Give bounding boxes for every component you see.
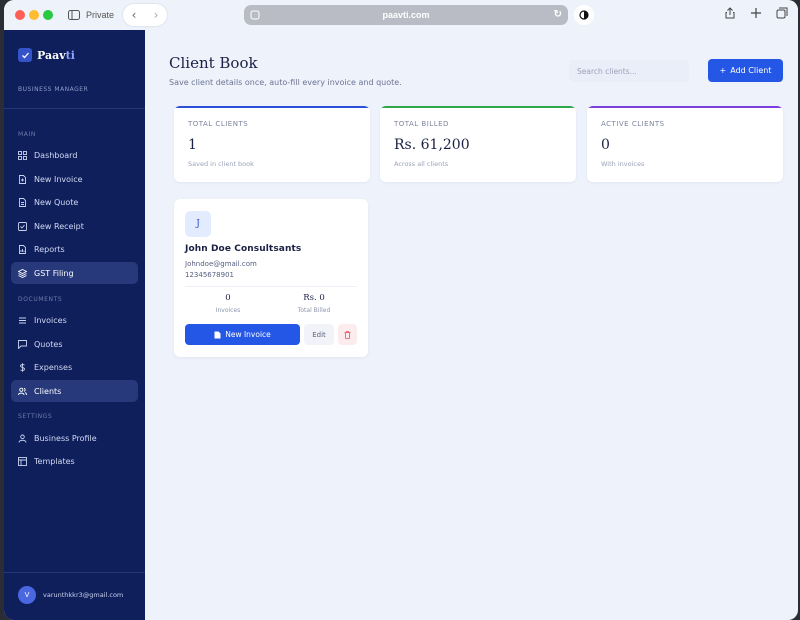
sidebar-item-reports[interactable]: Reports [11,238,138,260]
sidebar-item-dashboard[interactable]: Dashboard [11,144,138,166]
close-window-button[interactable] [15,10,25,20]
sidebar-item-new-receipt[interactable]: New Receipt [11,215,138,237]
back-icon[interactable]: ‹ [132,8,137,22]
file-icon [214,331,221,338]
new-tab-icon[interactable] [750,7,762,19]
sidebar-bottom-divider [4,572,145,573]
maximize-window-button[interactable] [43,10,53,20]
brand-name: Paavti [37,48,75,62]
sidebar-item-invoices[interactable]: Invoices [11,309,138,331]
page-settings-icon[interactable] [250,10,260,20]
brand-logo-icon [18,48,32,62]
dollar-icon [20,362,25,372]
file-chart-icon [19,244,26,254]
trash-icon [344,330,351,339]
metric-value: 0 [225,293,231,303]
metric-invoices: 0 Invoices [185,293,271,314]
avatar: V [18,586,36,604]
metric-total-billed: Rs. 0 Total Billed [271,293,357,314]
sidebar: Paavti BUSINESS MANAGER MAIN Dashboard N… [4,30,145,620]
user-email: varunthkkr3@gmail.com [43,591,124,599]
new-invoice-button[interactable]: New Invoice [185,324,300,345]
url-text: paavti.com [382,10,430,20]
browser-toolbar: Private ‹ › paavti.com ↻ [4,0,798,30]
client-avatar: J [185,211,211,237]
list-icon [19,317,26,323]
stat-accent-bar [380,106,576,108]
metric-label: Total Billed [297,307,331,314]
stat-card-total-clients: TOTAL CLIENTS 1 Saved in client book [174,106,370,182]
stat-label: ACTIVE CLIENTS [601,120,665,128]
tab-overview-icon[interactable] [776,7,788,19]
privacy-shield-icon[interactable] [574,5,594,25]
file-plus-icon [19,174,26,184]
main-content: Client Book Save client details once, au… [145,30,798,620]
section-label-main: MAIN [18,131,36,138]
sidebar-item-gst-filing[interactable]: GST Filing [11,262,138,284]
layout-icon [18,456,27,466]
private-tab-indicator[interactable]: Private [62,5,122,25]
stat-note: Saved in client book [188,160,254,168]
stat-value: 1 [188,137,197,153]
private-label: Private [86,10,115,20]
file-text-icon [19,197,26,207]
user-icon [18,434,27,443]
stat-label: TOTAL BILLED [394,120,449,128]
stat-value: Rs. 61,200 [394,137,470,153]
browser-actions [724,7,788,19]
sidebar-divider [4,108,145,109]
stat-accent-bar [174,106,370,108]
client-card: J John Doe Consultsants Johndoe@gmail.co… [174,199,368,357]
sidebar-item-business-profile[interactable]: Business Profile [11,427,138,449]
stat-value: 0 [601,137,610,153]
client-email: Johndoe@gmail.com [185,260,257,268]
brand-subtitle: BUSINESS MANAGER [18,86,89,93]
metric-value: Rs. 0 [303,293,325,303]
search-input[interactable] [569,60,689,82]
sidebar-item-new-quote[interactable]: New Quote [11,191,138,213]
sidebar-item-quotes[interactable]: Quotes [11,333,138,355]
card-divider [185,286,357,287]
forward-icon[interactable]: › [154,8,159,22]
page-subtitle: Save client details once, auto-fill ever… [169,78,402,87]
check-square-icon [18,221,27,231]
metric-label: Invoices [215,307,241,314]
client-name: John Doe Consultsants [185,244,302,254]
reload-icon[interactable]: ↻ [554,9,562,20]
users-icon [18,387,27,395]
sidebar-item-templates[interactable]: Templates [11,450,138,472]
stat-card-total-billed: TOTAL BILLED Rs. 61,200 Across all clien… [380,106,576,182]
delete-client-button[interactable] [338,324,357,345]
sidebar-item-expenses[interactable]: Expenses [11,356,138,378]
edit-client-button[interactable]: Edit [304,324,334,345]
share-icon[interactable] [724,7,736,19]
message-square-icon [18,339,27,349]
stat-label: TOTAL CLIENTS [188,120,249,128]
page-title: Client Book [169,54,258,72]
section-label-settings: SETTINGS [18,413,53,420]
stat-card-active-clients: ACTIVE CLIENTS 0 With invoices [587,106,783,182]
client-phone: 12345678901 [185,271,234,279]
sidebar-toggle-icon [68,10,80,20]
layers-icon [18,268,27,278]
sidebar-item-new-invoice[interactable]: New Invoice [11,168,138,190]
history-nav: ‹ › [123,4,167,26]
add-client-button[interactable]: + Add Client [708,59,783,82]
user-account[interactable]: V varunthkkr3@gmail.com [18,586,123,604]
stat-note: With invoices [601,160,645,168]
address-bar[interactable]: paavti.com ↻ [244,5,568,25]
grid-icon [18,150,27,160]
brand[interactable]: Paavti [18,48,75,62]
browser-window: Private ‹ › paavti.com ↻ Paavti BUSINESS… [4,0,798,620]
stat-note: Across all clients [394,160,449,168]
stat-accent-bar [587,106,783,108]
minimize-window-button[interactable] [29,10,39,20]
sidebar-item-clients[interactable]: Clients [11,380,138,402]
section-label-documents: DOCUMENTS [18,296,63,303]
plus-icon: + [719,66,727,75]
